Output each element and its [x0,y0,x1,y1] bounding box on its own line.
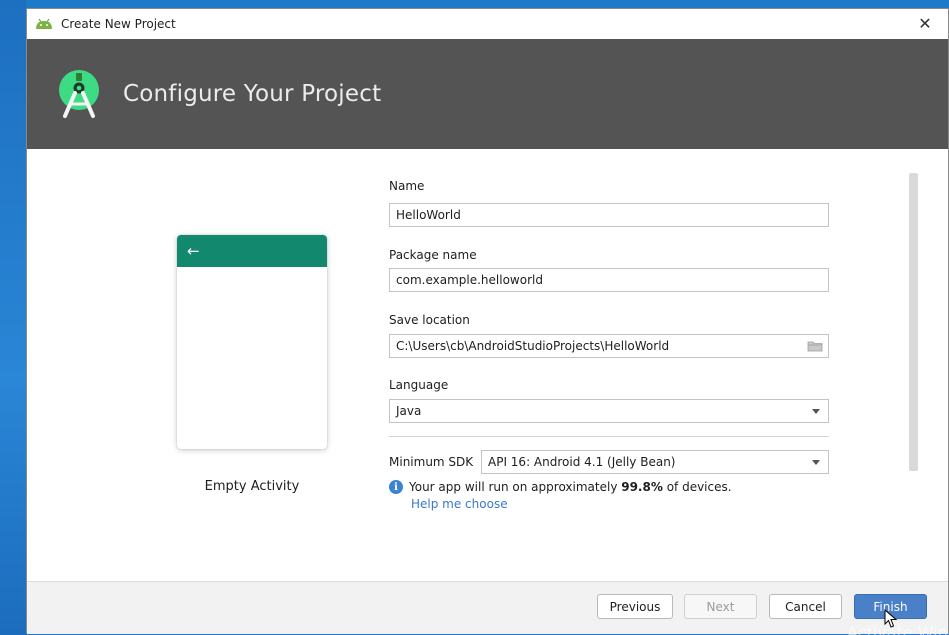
save-location-label: Save location [389,313,470,327]
create-project-dialog: Create New Project ✕ Configure Your Proj… [26,8,949,635]
previous-button[interactable]: Previous [597,594,673,619]
sdk-coverage-info: i Your app will run on approximately 99.… [389,480,732,494]
package-name-field[interactable] [389,268,829,292]
android-icon [35,18,53,30]
chevron-down-icon [812,409,820,414]
desktop-background [0,0,26,635]
arrow-left-icon: ← [187,242,200,260]
title-bar: Create New Project ✕ [27,9,948,39]
language-label: Language [389,378,449,392]
package-name-label: Package name [389,248,477,262]
template-caption: Empty Activity [204,479,300,494]
section-divider [389,436,829,437]
minimum-sdk-value: API 16: Android 4.1 (Jelly Bean) [488,455,676,469]
minimum-sdk-label: Minimum SDK [389,455,474,469]
language-value: Java [396,404,422,418]
activity-preview: ← [177,235,327,449]
coverage-percent: 99.8% [621,480,663,494]
name-label: Name [389,179,425,193]
cancel-button[interactable]: Cancel [769,594,842,619]
next-button[interactable]: Next [684,594,757,619]
chevron-down-icon [812,460,820,465]
minimum-sdk-dropdown[interactable]: API 16: Android 4.1 (Jelly Bean) [481,450,829,474]
close-icon[interactable]: ✕ [916,15,934,33]
sdk-coverage-text: Your app will run on approximately 99.8%… [409,480,732,494]
header-banner: Configure Your Project [27,39,948,149]
info-icon: i [389,480,403,494]
help-me-choose-link[interactable]: Help me choose [411,497,508,511]
android-studio-icon [51,66,107,122]
activation-watermark: Activate Windows [847,623,949,635]
save-location-field[interactable] [389,334,829,358]
language-dropdown[interactable]: Java [389,399,829,423]
folder-icon[interactable] [807,339,823,353]
scrollbar-thumb[interactable] [909,173,918,471]
name-field[interactable] [389,203,829,227]
vertical-scrollbar[interactable] [907,171,919,473]
preview-app-bar: ← [177,235,327,267]
window-title: Create New Project [61,17,176,31]
page-title: Configure Your Project [123,81,382,107]
